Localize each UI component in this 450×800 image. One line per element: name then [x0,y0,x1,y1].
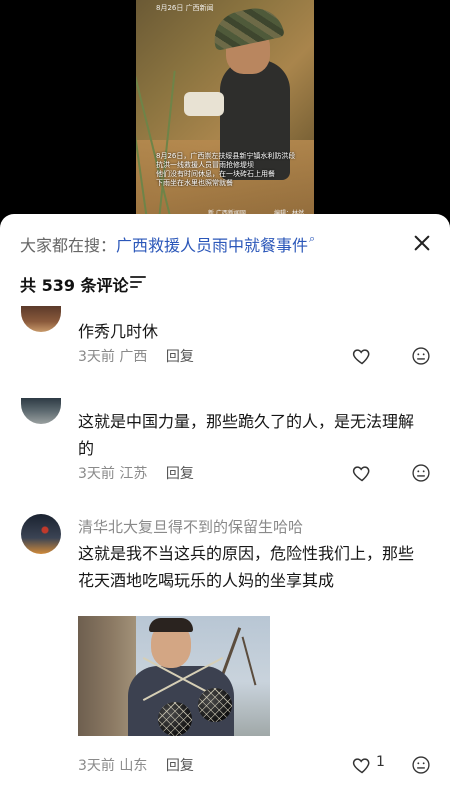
tree-branch [241,636,257,686]
comment-time: 3天前 [78,349,115,365]
heart-icon[interactable] [352,463,372,483]
comment-text: 作秀几时休 [78,322,159,341]
video-player[interactable]: 8月26日 广西新闻 8月26日，广西崇左扶绥县新宁镇水利防洪段 抗洪一线救援人… [0,0,450,222]
avatar[interactable] [21,514,61,554]
comment-location: 山东 [119,758,148,774]
meh-face-icon[interactable] [411,463,431,483]
reply-button[interactable]: 回复 [166,466,194,482]
bomb-net [158,702,192,736]
camo-helmet [209,3,285,51]
like-count: 1 [376,754,385,770]
meh-face-icon[interactable] [411,755,431,775]
meh-face-icon[interactable] [411,346,431,366]
heart-icon[interactable] [352,755,372,775]
sort-icon[interactable] [130,276,146,288]
comment-text: 这就是我不当这兵的原因，危险性我们上，那些花天酒地吃喝玩乐的人妈的坐享其成 [78,544,415,590]
video-date-overlay: 8月26日 广西新闻 [156,4,214,12]
man-hair [149,618,193,632]
comment-meta: 3天前 广西 回复 [78,346,194,366]
comment-time: 3天前 [78,466,115,482]
search-prefix: 大家都在搜： [20,236,117,255]
reply-button[interactable]: 回复 [166,758,194,774]
video-caption: 8月26日，广西崇左扶绥县新宁镇水利防洪段 抗洪一线救援人员冒雨抢修堤坝 他们没… [156,152,296,187]
reply-button[interactable]: 回复 [166,349,194,365]
comment-text: 这就是中国力量，那些跪久了的人，是无法理解的 [78,412,415,458]
comment-image[interactable] [78,616,270,736]
comment-username[interactable]: 清华北大复旦得不到的保留生哈哈 [78,516,303,537]
close-icon[interactable] [410,230,436,256]
video-frame[interactable]: 8月26日 广西新闻 8月26日，广西崇左扶绥县新宁镇水利防洪段 抗洪一线救援人… [136,0,314,222]
comment-location: 广西 [119,349,148,365]
heart-icon[interactable] [352,346,372,366]
comment-location: 江苏 [119,466,148,482]
avatar[interactable] [21,398,61,424]
search-link[interactable]: 广西救援人员雨中就餐事件 [116,236,308,255]
bomb-net [198,688,232,722]
trending-search-row[interactable]: 大家都在搜：广西救援人员雨中就餐事件⌕ [20,232,315,256]
food-box [184,92,224,116]
comment-meta: 3天前 山东 回复 [78,755,194,775]
comment-count: 共 539 条评论 [20,276,129,295]
search-icon[interactable]: ⌕ [309,232,315,246]
comment-time: 3天前 [78,758,115,774]
comment-sheet: 大家都在搜：广西救援人员雨中就餐事件⌕ 共 539 条评论 作秀几时休 3天前 … [0,214,450,800]
comment-meta: 3天前 江苏 回复 [78,463,194,483]
avatar[interactable] [21,306,61,332]
